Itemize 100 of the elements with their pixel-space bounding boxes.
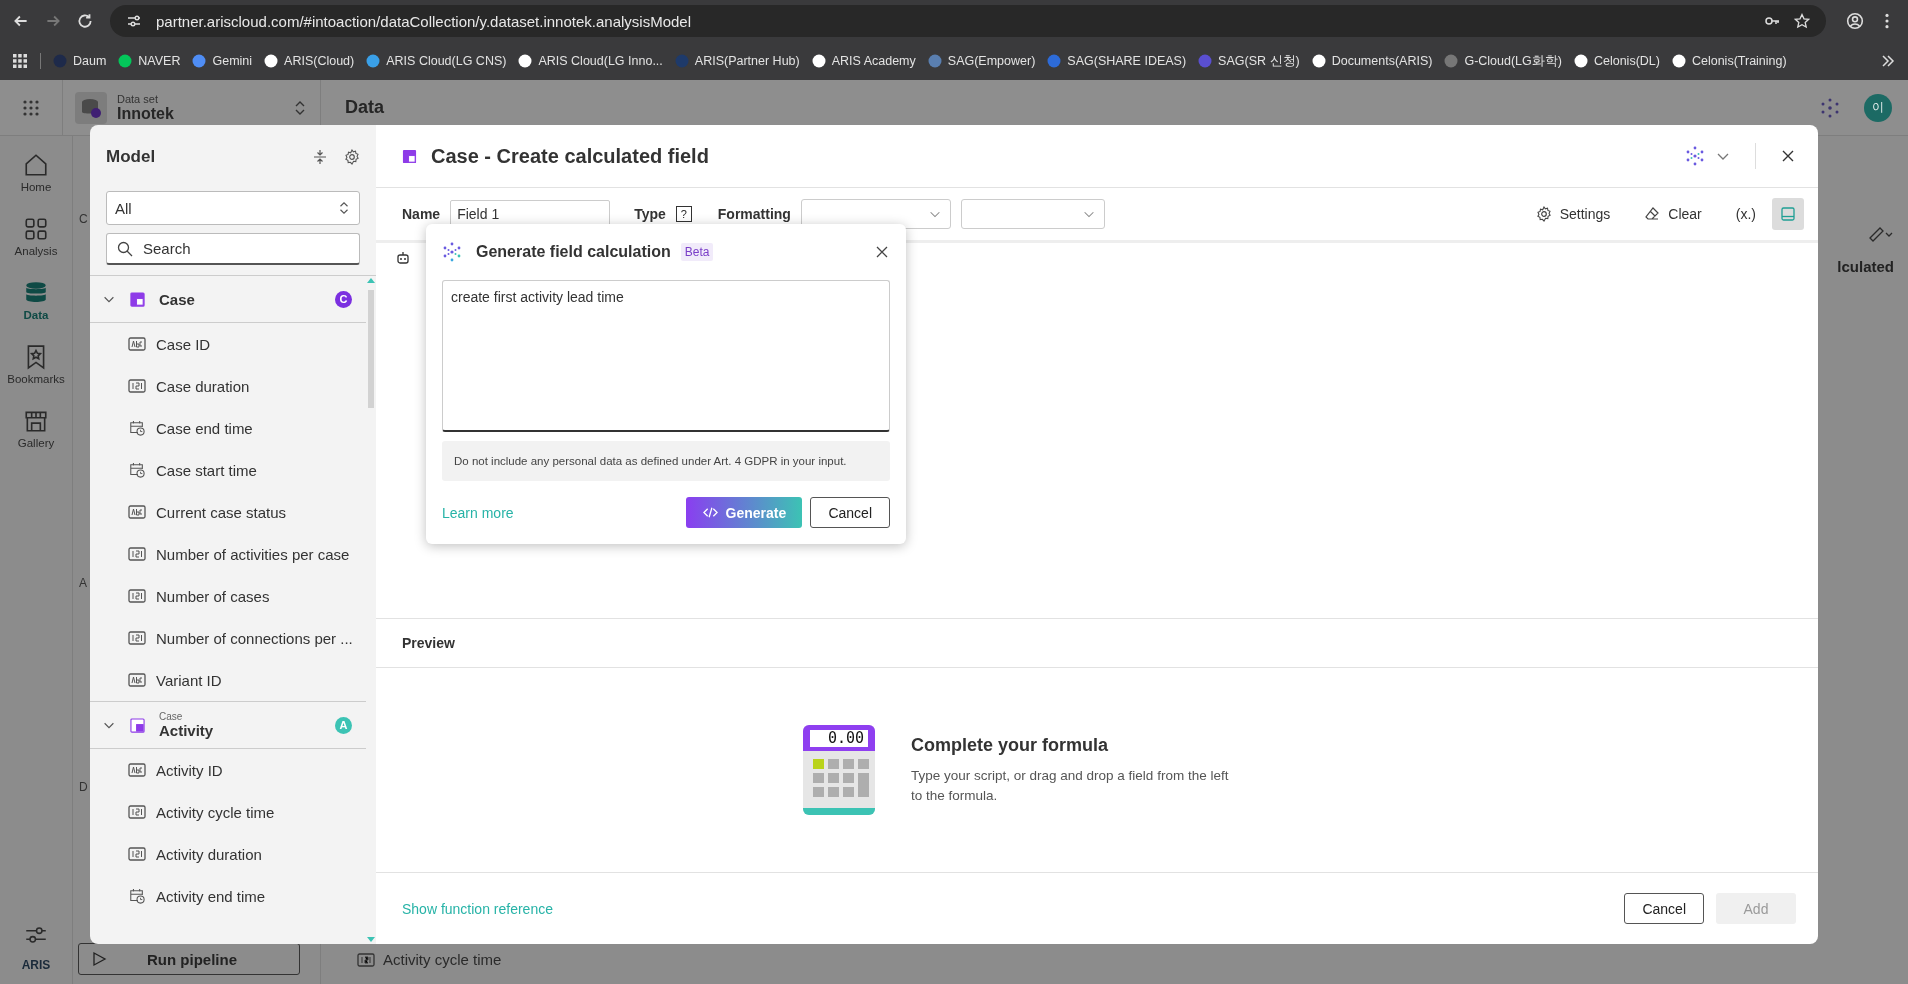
bookmark-link[interactable]: ARIS Cloud(LG Inno... (518, 54, 663, 68)
settings-button[interactable]: Settings (1529, 202, 1617, 226)
entity-header[interactable]: Case Activity A (90, 701, 366, 749)
text-type-icon (128, 336, 146, 352)
text-type-icon (128, 504, 146, 520)
empty-state-heading: Complete your formula (911, 734, 1110, 756)
field-item[interactable]: Activity duration (90, 833, 366, 875)
profile-icon[interactable] (1846, 12, 1864, 30)
prompt-field[interactable]: create first activity lead time (442, 280, 890, 432)
table-icon (130, 291, 145, 307)
close-icon[interactable] (1780, 148, 1796, 164)
section-heading: A (79, 576, 87, 592)
filter-select[interactable]: All (106, 191, 360, 225)
text-type-icon (128, 762, 146, 778)
bookmark-link[interactable]: ARIS(Partner Hub) (674, 54, 800, 68)
dataset-name[interactable]: Innotek (117, 104, 282, 123)
nav-item[interactable]: Gallery (0, 408, 73, 472)
calendar-clock-icon (128, 462, 146, 478)
list-item: Activity cycle time (383, 951, 502, 968)
apps-icon[interactable] (12, 53, 28, 69)
panel-title: Model (106, 147, 156, 167)
entity-badge: C (335, 290, 352, 308)
settings-icon[interactable] (344, 149, 360, 165)
dialog-title: Case - Create calculated field (431, 144, 709, 168)
variables-button[interactable]: (x.) (1729, 202, 1762, 226)
bookmark-link[interactable]: SAG(SHARE IDEAS) (1047, 54, 1187, 68)
type-unknown-marker: ? (675, 206, 692, 222)
formatting-label: Formatting (717, 206, 791, 222)
number-type-icon (128, 378, 146, 394)
search-field[interactable]: Search (106, 233, 360, 265)
number-type-icon (128, 804, 146, 820)
site-settings-icon[interactable] (126, 13, 142, 29)
entity-header[interactable]: Case C (90, 276, 366, 323)
more-bookmarks-icon[interactable] (1880, 53, 1896, 69)
dataset-icon (75, 91, 107, 124)
user-avatar[interactable]: 이 (1864, 93, 1892, 122)
sparkle-network-icon[interactable] (1685, 146, 1705, 166)
calendar-clock-icon (128, 888, 146, 904)
field-item[interactable]: Case ID (90, 323, 366, 365)
type-label: Type (634, 206, 666, 222)
gear-icon (1535, 206, 1552, 222)
field-item[interactable]: Case duration (90, 365, 366, 407)
ruler-icon[interactable] (1868, 226, 1894, 242)
collapse-icon[interactable] (312, 149, 328, 165)
section-heading: D (79, 780, 88, 796)
number-type-icon (128, 546, 146, 562)
field-item[interactable]: Case end time (90, 407, 366, 449)
number-type-icon (357, 951, 375, 968)
bookmark-link[interactable]: G-Cloud(LG화학) (1444, 52, 1562, 70)
field-item[interactable]: Number of connections per ... (90, 617, 366, 659)
bookmark-link[interactable]: Daum (53, 54, 107, 68)
nav-item[interactable]: Home (0, 152, 73, 216)
field-item[interactable]: Activity cycle time (90, 791, 366, 833)
cancel-button[interactable]: Cancel (1624, 893, 1704, 924)
close-icon[interactable] (874, 244, 890, 260)
number-type-icon (128, 588, 146, 604)
bookmark-link[interactable]: ARIS Cloud(LG CNS) (366, 54, 507, 68)
bookmark-link[interactable]: Celonis(DL) (1573, 54, 1660, 68)
bookmark-link[interactable]: SAG(Empower) (927, 54, 1036, 68)
calculator-drawing: 0.00 (803, 725, 875, 815)
field-item[interactable]: Number of activities per case (90, 533, 366, 575)
grid-icon (23, 216, 49, 242)
panel-toggle-button[interactable] (1772, 198, 1804, 230)
play-icon (91, 951, 107, 967)
nav-item[interactable]: Analysis (0, 216, 73, 280)
field-item[interactable]: Case start time (90, 449, 366, 491)
robot-icon[interactable] (396, 251, 410, 265)
bookmark-link[interactable]: Documents(ARIS) (1311, 54, 1433, 68)
field-item[interactable]: Current case status (90, 491, 366, 533)
code-icon (702, 505, 718, 520)
field-item[interactable]: Variant ID (90, 659, 366, 701)
sparkle-network-icon (442, 242, 462, 262)
address-bar[interactable]: partner.ariscloud.com/#intoaction/dataCollection/y.dataset.innotek.analysisModel (110, 5, 1826, 37)
network-icon[interactable] (1820, 97, 1840, 118)
clear-button[interactable]: Clear (1638, 202, 1708, 226)
number-type-icon (128, 630, 146, 646)
bookmark-link[interactable]: ARIS Academy (811, 54, 916, 68)
nav-item[interactable]: Bookmarks (0, 344, 73, 408)
dataset-label: Data set (117, 92, 159, 105)
reload-icon[interactable] (76, 12, 94, 30)
cancel-button[interactable]: Cancel (810, 497, 890, 528)
field-item[interactable]: Number of cases (90, 575, 366, 617)
table-icon (130, 717, 145, 733)
bookmark-link[interactable]: Celonis(Training) (1671, 54, 1787, 68)
number-type-icon (128, 846, 146, 862)
run-pipeline-button[interactable]: Run pipeline (78, 943, 300, 975)
bookmark-link[interactable]: Gemini (192, 54, 253, 68)
bookmark-link[interactable]: ARIS(Cloud) (264, 54, 355, 68)
star-icon[interactable] (1794, 13, 1810, 29)
beta-badge: Beta (680, 243, 714, 261)
popup-title: Generate field calculation (476, 243, 671, 261)
bookmark-link[interactable]: NAVER (118, 54, 181, 68)
field-item[interactable]: Activity ID (90, 749, 366, 791)
page-title: Data (345, 97, 384, 118)
privacy-notice: Do not include any personal data as defined under Art. 4 GDPR in your input. (454, 455, 847, 467)
parent-entity-label: Case (159, 711, 184, 722)
column-header: lculated (1837, 258, 1895, 275)
field-item[interactable]: Activity end time (90, 875, 366, 917)
bookmark-link[interactable]: SAG(SR 신청) (1198, 52, 1300, 70)
entity-badge: A (335, 716, 352, 734)
